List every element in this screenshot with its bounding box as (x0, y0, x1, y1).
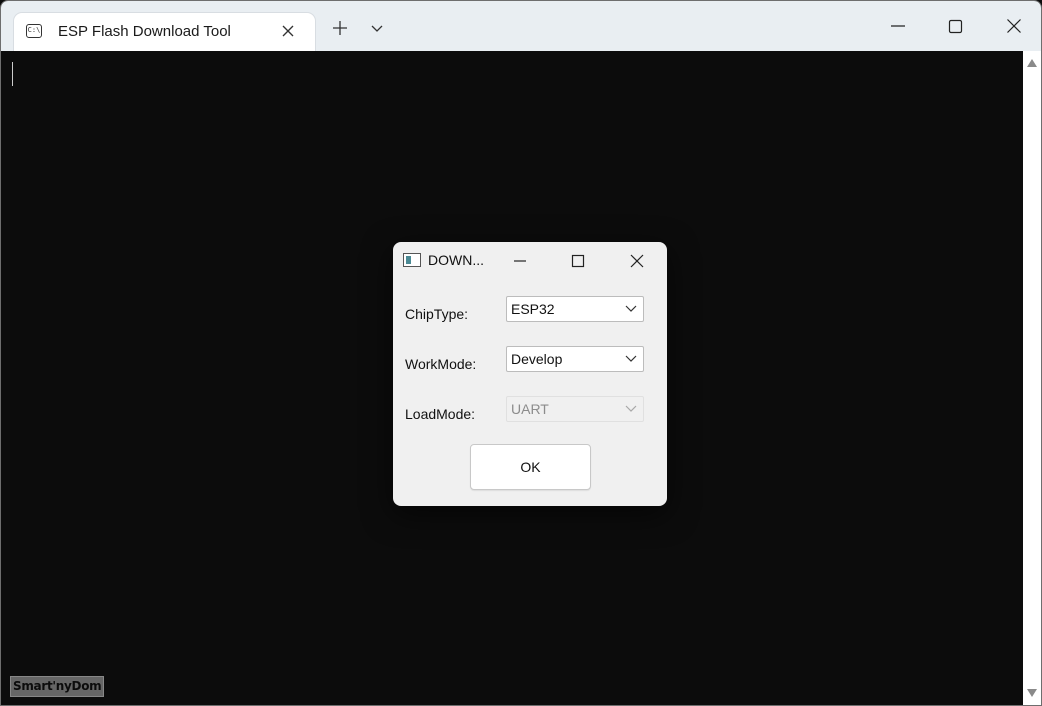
plus-icon (333, 21, 347, 35)
chevron-down-icon (625, 355, 637, 362)
maximize-icon (948, 19, 963, 34)
title-bar[interactable]: C:\ ESP Flash Download Tool (1, 1, 1041, 51)
app-window-icon (403, 253, 421, 267)
minimize-button[interactable] (869, 1, 927, 51)
minimize-icon (514, 260, 526, 262)
work-mode-value: Develop (511, 351, 563, 367)
work-mode-select[interactable]: Develop (506, 346, 644, 372)
chevron-down-icon (625, 305, 637, 312)
maximize-button[interactable] (927, 1, 985, 51)
close-window-button[interactable] (985, 1, 1041, 51)
tab-close-button[interactable] (278, 21, 298, 41)
text-cursor (12, 62, 13, 86)
work-mode-label: WorkMode: (405, 356, 477, 372)
dialog-minimize-button[interactable] (508, 250, 532, 272)
minimize-icon (891, 25, 905, 27)
tab-title: ESP Flash Download Tool (58, 23, 231, 40)
chip-type-value: ESP32 (511, 301, 555, 317)
scroll-down-arrow-icon[interactable] (1027, 689, 1037, 697)
terminal-icon: C:\ (26, 24, 42, 38)
new-tab-button[interactable] (328, 16, 352, 40)
dialog-maximize-button[interactable] (566, 250, 590, 272)
chevron-down-icon (371, 25, 383, 32)
close-icon (282, 25, 294, 37)
scroll-up-arrow-icon[interactable] (1027, 59, 1037, 67)
ok-button[interactable]: OK (470, 444, 591, 490)
download-mode-dialog: DOWN... ChipType: ESP32 WorkMode: Develo… (393, 242, 667, 506)
dialog-title: DOWN... (428, 252, 484, 268)
tab-esp-flash-download-tool[interactable]: C:\ ESP Flash Download Tool (14, 13, 315, 51)
tab-dropdown-button[interactable] (365, 16, 389, 40)
chip-type-select[interactable]: ESP32 (506, 296, 644, 322)
chevron-down-icon (625, 405, 637, 412)
maximize-icon (571, 254, 585, 268)
load-mode-select: UART (506, 396, 644, 422)
close-icon (1007, 19, 1021, 33)
load-mode-value: UART (511, 401, 549, 417)
chip-type-label: ChipType: (405, 306, 469, 322)
load-mode-label: LoadMode: (405, 406, 476, 422)
close-icon (630, 254, 644, 268)
watermark-logo: Smart'nyDom (10, 676, 105, 697)
dialog-close-button[interactable] (625, 250, 649, 272)
vertical-scrollbar[interactable] (1023, 51, 1041, 705)
